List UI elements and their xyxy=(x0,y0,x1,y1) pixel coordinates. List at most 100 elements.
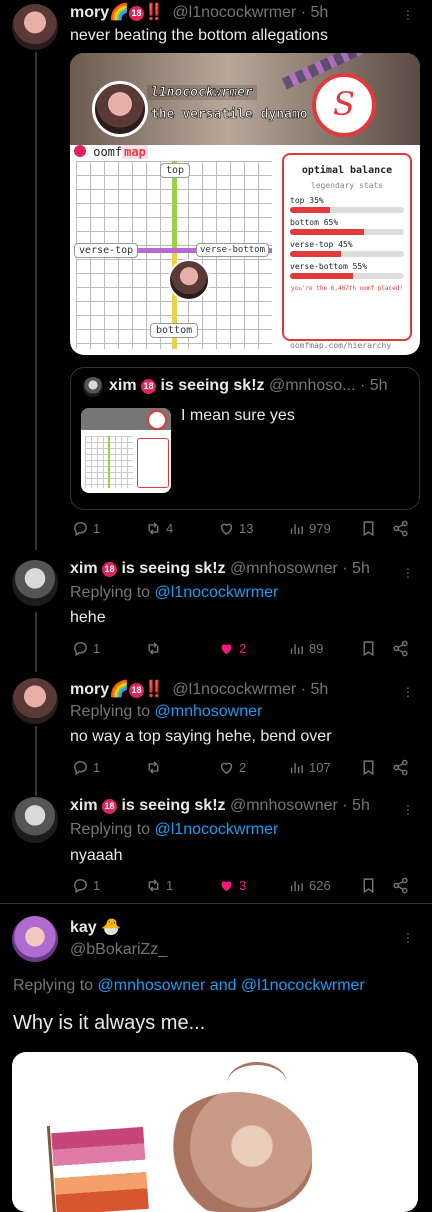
views-button[interactable]: 979 xyxy=(288,520,331,537)
card-url[interactable]: oomfmap.com/hierarchy xyxy=(290,341,391,350)
display-name-suffix[interactable]: is seeing sk!z xyxy=(121,797,225,814)
divider xyxy=(0,903,432,904)
more-icon[interactable]: · · · xyxy=(405,561,411,583)
like-button[interactable]: 13 xyxy=(218,520,253,537)
replying-handle[interactable]: @mnhosowner xyxy=(155,703,263,720)
tweet-image[interactable] xyxy=(12,1052,418,1212)
views-button[interactable]: 107 xyxy=(288,759,331,776)
avatar[interactable] xyxy=(12,678,58,724)
more-icon[interactable]: · · · xyxy=(405,926,411,948)
bookmark-icon xyxy=(363,641,374,657)
retweet-button[interactable] xyxy=(145,640,166,657)
like-button[interactable]: 3 xyxy=(218,877,246,894)
reply-button[interactable]: 1 xyxy=(72,640,100,657)
handle[interactable]: @bBokariZz_ xyxy=(70,941,167,959)
handle[interactable]: @l1nocockwrmer · 5h xyxy=(172,681,328,698)
tweet-header: mory🌈 18 ‼️ @l1nocockwrmer · 5h xyxy=(70,2,328,22)
bookmark-button[interactable] xyxy=(360,520,377,537)
display-name-suffix[interactable]: is seeing sk!z xyxy=(121,560,225,577)
age-badge: 18 xyxy=(129,6,145,21)
reply-count: 1 xyxy=(93,878,101,893)
quote-thumbnail xyxy=(81,408,171,493)
share-icon xyxy=(393,520,408,537)
tweet-header: mory🌈 18 ‼️ @l1nocockwrmer · 5h xyxy=(70,679,328,699)
avatar[interactable] xyxy=(12,916,58,962)
quote-text: I mean sure yes xyxy=(181,407,295,424)
map-marker-avatar xyxy=(168,259,210,301)
handle[interactable]: @mnhosowner · 5h xyxy=(230,560,370,577)
replying-prefix: Replying to xyxy=(70,821,151,838)
retweet-button[interactable]: 1 xyxy=(145,877,173,894)
retweet-icon xyxy=(148,879,159,892)
share-button[interactable] xyxy=(392,877,409,894)
display-name[interactable]: mory🌈 xyxy=(70,681,129,698)
views-icon xyxy=(290,644,303,655)
bookmark-button[interactable] xyxy=(360,759,377,776)
replying-handle[interactable]: @l1nocockwrmer xyxy=(155,821,279,838)
heart-filled-icon xyxy=(221,644,232,655)
bookmark-button[interactable] xyxy=(360,640,377,657)
views-button[interactable]: 626 xyxy=(288,877,331,894)
brand-suffix: map xyxy=(122,145,148,159)
replying-to: Replying to @l1nocockwrmer xyxy=(70,821,278,839)
replying-handle[interactable]: @mnhosowner and @l1nocockwrmer xyxy=(98,977,365,994)
reply-button[interactable]: 1 xyxy=(72,877,100,894)
display-name[interactable]: kay 🐣 xyxy=(70,917,121,937)
stats-subtitle: legendary stats xyxy=(310,181,384,190)
avatar[interactable] xyxy=(12,797,58,843)
reply-button[interactable]: 1 xyxy=(72,520,100,537)
stat-label: bottom 65% xyxy=(290,218,339,227)
heart-icon xyxy=(220,762,233,775)
share-button[interactable] xyxy=(392,520,409,537)
retweet-count: 4 xyxy=(166,521,174,536)
heart-icon xyxy=(220,523,233,536)
views-button[interactable]: 89 xyxy=(288,640,323,657)
quoted-tweet[interactable]: xim 18 is seeing sk!z @mnhoso... · 5h I … xyxy=(70,367,420,510)
stats-title: optimal balance xyxy=(301,165,393,176)
label-verse-bottom: verse-bottom xyxy=(196,243,270,257)
share-icon xyxy=(393,640,408,657)
avatar[interactable] xyxy=(12,4,58,50)
stats-list: top 35% bottom 65% verse-top 45% verse-bott… xyxy=(290,196,404,279)
age-badge: 18 xyxy=(102,799,118,814)
share-button[interactable] xyxy=(392,640,409,657)
like-button[interactable]: 2 xyxy=(218,640,246,657)
like-count: 13 xyxy=(239,521,254,536)
views-icon xyxy=(290,881,303,892)
avatar[interactable] xyxy=(12,560,58,606)
handle[interactable]: @mnhosowner · 5h xyxy=(230,797,370,814)
age-badge: 18 xyxy=(102,562,118,577)
oomfmap-card[interactable]: l1nocockwrmer the versatile dynamo S oom… xyxy=(70,53,420,355)
tweet-text: hehe xyxy=(70,609,106,626)
retweet-button[interactable]: 4 xyxy=(145,520,173,537)
more-icon[interactable]: · · · xyxy=(405,798,411,820)
replying-to: Replying to @mnhosowner and @l1nocockwrm… xyxy=(13,977,365,995)
quote-time: · 5h xyxy=(359,377,388,394)
more-icon[interactable]: · · · xyxy=(405,680,411,702)
card-avatar xyxy=(92,81,148,137)
bookmark-icon xyxy=(363,760,374,776)
handle[interactable]: @l1nocockwrmer · 5h xyxy=(172,4,328,21)
display-name[interactable]: xim xyxy=(70,560,98,577)
tweet-header: xim 18 is seeing sk!z @mnhosowner · 5h xyxy=(70,797,370,815)
stat-bar-fill xyxy=(290,207,330,213)
views-count: 89 xyxy=(309,641,324,656)
reply-button[interactable]: 1 xyxy=(72,759,100,776)
age-badge: 18 xyxy=(129,683,145,698)
stat-label: verse-bottom 55% xyxy=(290,262,368,271)
stat-bar-fill xyxy=(290,273,353,279)
display-name[interactable]: mory🌈 xyxy=(70,4,129,21)
pride-flag xyxy=(51,1126,149,1212)
display-name[interactable]: xim xyxy=(70,797,98,814)
replying-prefix: Replying to xyxy=(70,703,151,720)
replying-handle[interactable]: @l1nocockwrmer xyxy=(155,584,279,601)
views-icon xyxy=(290,524,303,535)
bookmark-button[interactable] xyxy=(360,877,377,894)
tweet-header: xim 18 is seeing sk!z @mnhosowner · 5h xyxy=(70,560,370,578)
share-button[interactable] xyxy=(392,759,409,776)
retweet-button[interactable] xyxy=(145,759,166,776)
like-button[interactable]: 2 xyxy=(218,759,246,776)
quote-name-suffix: is seeing sk!z xyxy=(160,377,265,394)
tweet-text: nyaaah xyxy=(70,847,123,864)
more-icon[interactable]: · · · xyxy=(405,3,411,25)
